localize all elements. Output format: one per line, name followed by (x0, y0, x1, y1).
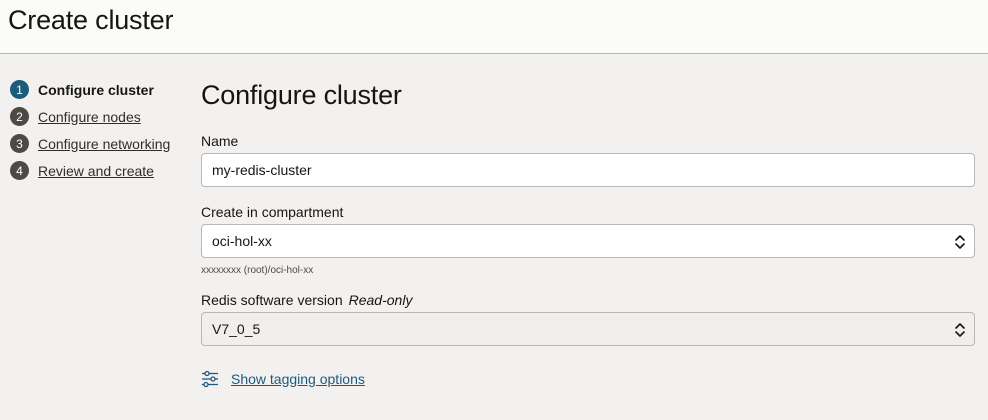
step-label: Configure networking (38, 135, 171, 152)
step-label: Configure nodes (38, 108, 141, 125)
step-label: Configure cluster (38, 81, 154, 98)
compartment-select[interactable]: oci-hol-xx (201, 224, 975, 258)
page-header: Create cluster (0, 0, 988, 54)
sliders-icon (202, 370, 218, 388)
section-title: Configure cluster (201, 80, 402, 110)
version-value: V7_0_5 (212, 321, 261, 337)
step-review-and-create[interactable]: 4 Review and create (10, 157, 190, 184)
version-select: V7_0_5 (201, 312, 975, 346)
page-title: Create cluster (8, 5, 174, 35)
form-main: Configure cluster Name my-redis-cluster … (201, 80, 975, 388)
step-label: Review and create (38, 162, 154, 179)
name-input[interactable]: my-redis-cluster (201, 153, 975, 187)
step-number: 4 (10, 161, 29, 180)
chevron-up-down-icon (955, 235, 965, 249)
version-label-text: Redis software version (201, 292, 343, 308)
name-label: Name (201, 133, 239, 149)
step-number: 2 (10, 107, 29, 126)
step-configure-nodes[interactable]: 2 Configure nodes (10, 103, 190, 130)
show-tagging-options-link[interactable]: Show tagging options (201, 370, 975, 388)
step-configure-cluster[interactable]: 1 Configure cluster (10, 76, 190, 103)
version-label: Redis software version Read-only (201, 292, 975, 308)
read-only-badge: Read-only (348, 292, 413, 308)
chevron-up-down-icon (955, 323, 965, 337)
compartment-label: Create in compartment (201, 204, 344, 220)
compartment-value: oci-hol-xx (212, 233, 272, 249)
step-number: 3 (10, 134, 29, 153)
wizard-steps: 1 Configure cluster 2 Configure nodes 3 … (10, 76, 190, 184)
step-number: 1 (10, 80, 29, 99)
name-value: my-redis-cluster (212, 162, 312, 178)
step-configure-networking[interactable]: 3 Configure networking (10, 130, 190, 157)
compartment-helper: xxxxxxxx (root)/oci-hol-xx (201, 265, 314, 276)
tagging-link-label: Show tagging options (231, 371, 365, 387)
